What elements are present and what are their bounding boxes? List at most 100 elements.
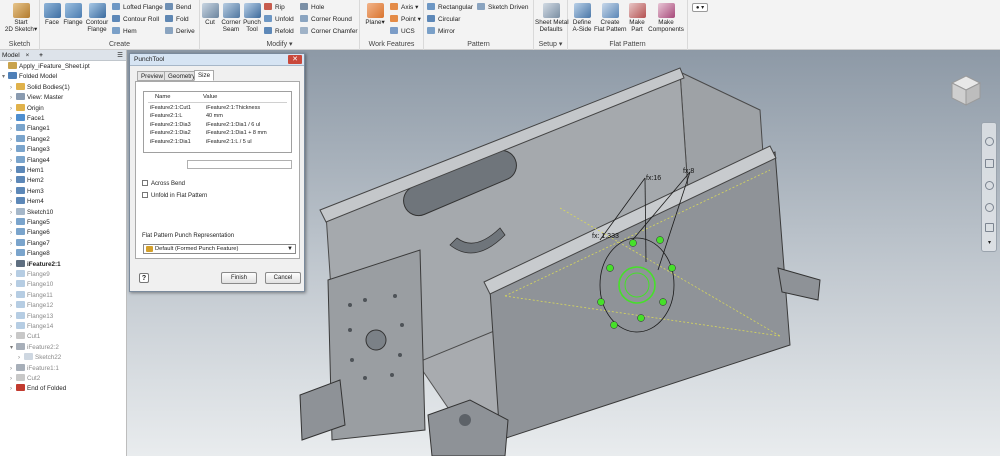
tree-item[interactable]: ▾ iFeature2:2 [0,342,59,353]
define-a-side-button[interactable]: Define A-Side [570,3,594,33]
parameter-value-cell[interactable]: 40 mm [206,112,223,120]
sheet-metal-defaults-button[interactable]: Sheet Metal Defaults [535,3,569,33]
add-tab-icon[interactable]: + [39,52,43,59]
face-button[interactable]: Face [42,3,62,26]
parameter-value-cell[interactable]: iFeature2:1:L / 5 ul [206,138,252,146]
corner-chamfer-button[interactable]: Corner Chamfer [300,27,358,37]
tree-item[interactable]: ▾ Folded Model [0,72,57,82]
tree-item[interactable]: › Hem1 [0,166,44,176]
zoom-icon[interactable] [985,181,994,190]
table-row[interactable]: iFeature2:1:Dia3 iFeature2:1:Dia1 / 6 ul [150,121,260,129]
hamburger-menu-icon[interactable]: ☰ [117,50,123,61]
setup-group-label[interactable]: Setup ▾ [534,40,567,48]
tree-item[interactable]: › Cut1 [0,332,40,342]
axis-button[interactable]: Axis ▾ [390,3,418,13]
dimension-label-fx1333[interactable]: fx: 1.333 [592,233,619,240]
make-part-button[interactable]: Make Part [626,3,648,33]
derive-button[interactable]: Derive [165,27,195,37]
modify-group-label[interactable]: Modify ▾ [200,40,359,48]
tree-item[interactable]: › View: Master [0,93,63,103]
help-icon[interactable]: ? [139,273,149,283]
tree-item[interactable]: › Sketch22 [0,353,61,363]
tree-item[interactable]: › Flange5 [0,218,50,228]
tree-item[interactable]: › Hem3 [0,186,44,197]
table-row[interactable]: iFeature2:1:Dia1 iFeature2:1:L / 5 ul [150,138,252,146]
tree-item[interactable]: › Flange14 [0,322,53,332]
table-row[interactable]: iFeature2:1:Dia2 iFeature2:1:Dia1 + 8 mm [150,129,267,137]
parameter-value-cell[interactable]: iFeature2:1:Thickness [206,104,260,112]
contour-flange-button[interactable]: Contour Flange [84,3,110,33]
tree-item[interactable]: › Solid Bodies(1) [0,82,70,93]
tree-item[interactable]: › Sketch10 [0,207,53,218]
tab-size[interactable]: Size [194,70,215,81]
parameter-value-cell[interactable]: iFeature2:1:Dia1 / 6 ul [206,121,260,129]
close-tab-icon[interactable]: × [26,52,30,59]
mirror-button[interactable]: Mirror [427,27,455,37]
tree-item[interactable]: › Flange13 [0,311,53,322]
tree-item[interactable]: › Flange2 [0,134,50,145]
ribbon-options-icon[interactable]: ● ▾ [692,3,708,12]
tree-item[interactable]: › Flange7 [0,238,50,249]
across-bend-checkbox[interactable]: Across Bend [142,180,185,188]
make-components-button[interactable]: Make Components [648,3,684,33]
tree-item[interactable]: › Flange6 [0,228,50,238]
bend-button[interactable]: Bend [165,3,191,13]
orbit-icon[interactable] [985,203,994,212]
hem-button[interactable]: Hem [112,27,137,37]
circular-button[interactable]: Circular [427,15,460,25]
more-icon[interactable]: ▾ [985,239,994,248]
dropdown-arrow-icon[interactable]: ▾ [34,26,37,33]
tab-preview[interactable]: Preview [137,71,168,81]
dropdown-arrow-icon[interactable]: ▾ [381,19,384,26]
tree-item[interactable]: › Flange8 [0,249,50,259]
refold-button[interactable]: Refold [264,27,294,37]
dimension-label-fx8[interactable]: fx:8 [683,168,694,175]
fold-button[interactable]: Fold [165,15,189,25]
tree-item[interactable]: › End of Folded [0,384,66,394]
tree-item[interactable]: › iFeature2:1 [0,259,61,270]
lofted-flange-button[interactable]: Lofted Flange [112,3,163,13]
close-icon[interactable]: ✕ [288,55,302,64]
tree-item[interactable]: › Origin [0,103,44,114]
pan-icon[interactable] [985,159,994,168]
start-2d-sketch-button[interactable]: Start 2D Sketch▾ [4,3,38,33]
table-row[interactable]: iFeature2:1:L 40 mm [150,112,223,120]
dimension-label-fx16[interactable]: fx:16 [646,175,661,182]
corner-seam-button[interactable]: Corner Seam [220,3,242,33]
parameter-value-cell[interactable]: iFeature2:1:Dia1 + 8 mm [206,129,267,137]
parameter-edit-field[interactable] [187,160,292,169]
contour-roll-button[interactable]: Contour Roll [112,15,159,25]
punch-tool-button[interactable]: Punch Tool [242,3,262,33]
flange-button[interactable]: Flange [62,3,84,26]
tree-item[interactable]: › Face1 [0,114,45,124]
hole-button[interactable]: Hole [300,3,324,13]
tab-model[interactable]: Model [2,52,20,59]
ucs-button[interactable]: UCS [390,27,415,37]
finish-button[interactable]: Finish [221,272,257,284]
tree-item[interactable]: › Flange3 [0,145,50,155]
tree-item[interactable]: › Flange4 [0,155,50,166]
tree-item[interactable]: › Flange9 [0,270,50,280]
point-button[interactable]: Point ▾ [390,15,421,25]
tree-item[interactable]: › Flange11 [0,290,53,301]
tree-item[interactable]: › Cut2 [0,374,40,384]
viewcube-icon[interactable] [950,74,983,107]
unfold-in-flat-pattern-checkbox[interactable]: Unfold in Flat Pattern [142,192,207,200]
tree-item[interactable]: › Flange12 [0,301,53,311]
corner-round-button[interactable]: Corner Round [300,15,352,25]
flat-pattern-punch-select[interactable]: Default (Formed Punch Feature) ▼ [143,244,296,254]
tree-item[interactable]: › Hem4 [0,197,44,207]
tree-item[interactable]: › Flange1 [0,124,50,134]
tree-item[interactable]: Apply_iFeature_Sheet.ipt [0,62,90,72]
unfold-button[interactable]: Unfold [264,15,294,25]
plane-button[interactable]: Plane▾ [362,3,388,26]
table-row[interactable]: iFeature2:1:Cut1 iFeature2:1:Thickness [150,104,260,112]
steering-wheel-icon[interactable] [985,137,994,146]
tree-item[interactable]: › iFeature1:1 [0,363,59,374]
rectangular-button[interactable]: Rectangular [427,3,473,13]
look-at-icon[interactable] [985,223,994,232]
tree-item[interactable]: › Flange10 [0,280,53,290]
create-flat-pattern-button[interactable]: Create Flat Pattern [594,3,627,33]
cancel-button[interactable]: Cancel [265,272,301,284]
rip-button[interactable]: Rip [264,3,285,13]
